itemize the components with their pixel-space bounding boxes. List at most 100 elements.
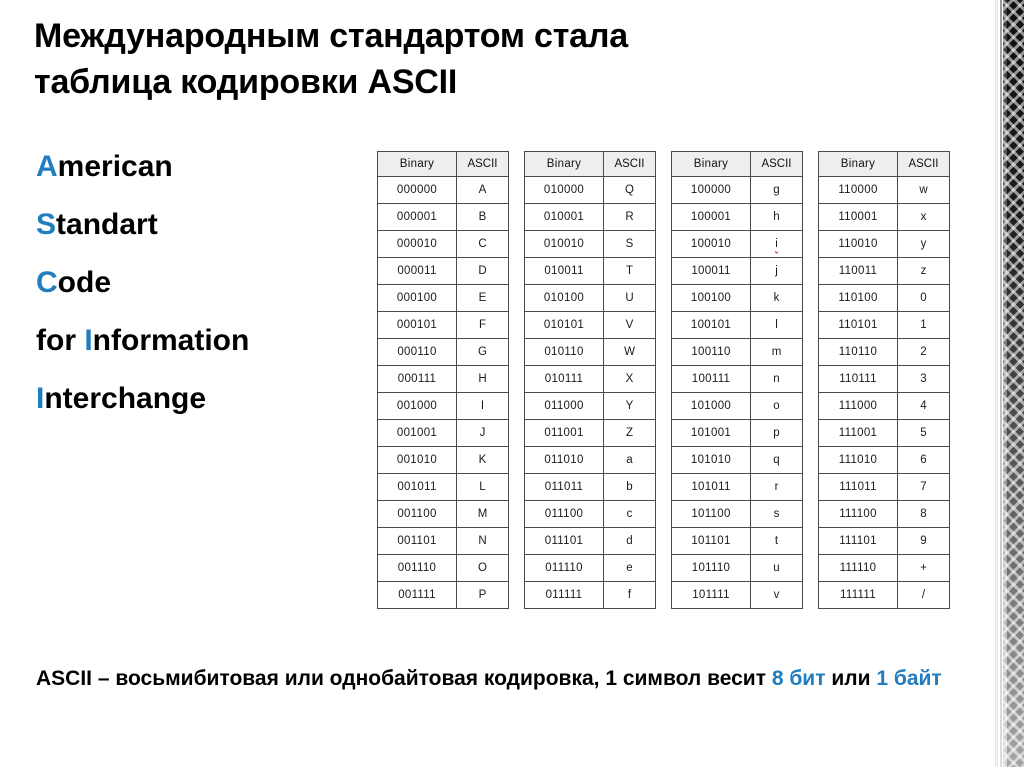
cell-ascii: w [897, 176, 950, 204]
table-row: 000000 A [377, 176, 509, 204]
cell-binary: 101011 [671, 473, 751, 501]
table-row: 110111 3 [818, 365, 950, 393]
column-header-binary: Binary [818, 151, 898, 177]
table-row: 010111 X [524, 365, 656, 393]
cell-binary: 000001 [377, 203, 457, 231]
cell-ascii: N [456, 527, 509, 555]
table-row: 001110 O [377, 554, 509, 582]
cell-ascii: 8 [897, 500, 950, 528]
cell-binary: 101111 [671, 581, 751, 609]
footer-text-part-2: или [825, 667, 877, 690]
edge-separator-line [995, 0, 998, 767]
cell-ascii: y [897, 230, 950, 258]
table-row: 110110 2 [818, 338, 950, 366]
cell-ascii: C [456, 230, 509, 258]
cell-binary: 111010 [818, 446, 898, 474]
table-row: 100001 h [671, 203, 803, 231]
cell-ascii: A [456, 176, 509, 204]
cell-ascii: x [897, 203, 950, 231]
cell-ascii: / [897, 581, 950, 609]
cell-ascii: F [456, 311, 509, 339]
acronym-line: Standart [36, 210, 366, 240]
table-row: 101000 o [671, 392, 803, 420]
cell-ascii: c [603, 500, 656, 528]
cell-ascii: Q [603, 176, 656, 204]
cell-ascii: t [750, 527, 803, 555]
cell-binary: 101000 [671, 392, 751, 420]
cell-binary: 011000 [524, 392, 604, 420]
cell-binary: 110001 [818, 203, 898, 231]
acronym-expansion: American Standart Code for Information Inter… [36, 152, 366, 414]
acronym-initial: I [84, 324, 93, 357]
cell-ascii: 6 [897, 446, 950, 474]
acronym-remainder: nterchange [44, 382, 207, 415]
column-header-ascii: ASCII [603, 151, 656, 177]
acronym-line: Code [36, 268, 366, 298]
cell-binary: 001100 [377, 500, 457, 528]
table-row: 000010 C [377, 230, 509, 258]
table-row: 001000 I [377, 392, 509, 420]
ascii-tables: Binary ASCII 000000 A 000001 B 000010 C 000011 D 0… [377, 151, 950, 609]
table-row: 011101 d [524, 527, 656, 555]
acronym-prefix: for [36, 324, 85, 357]
cell-binary: 000100 [377, 284, 457, 312]
cell-binary: 001001 [377, 419, 457, 447]
cell-binary: 001000 [377, 392, 457, 420]
cell-ascii: h [750, 203, 803, 231]
cell-binary: 110010 [818, 230, 898, 258]
cell-binary: 010110 [524, 338, 604, 366]
column-header-binary: Binary [377, 151, 457, 177]
cell-binary: 101001 [671, 419, 751, 447]
cell-ascii: G [456, 338, 509, 366]
table-row: 010001 R [524, 203, 656, 231]
cell-binary: 100110 [671, 338, 751, 366]
cell-binary: 011010 [524, 446, 604, 474]
cell-binary: 011100 [524, 500, 604, 528]
table-row: 001111 P [377, 581, 509, 609]
ascii-table: Binary ASCII 010000 Q 010001 R 010010 S 010011 T 0… [524, 151, 656, 609]
cell-ascii: P [456, 581, 509, 609]
table-row: 000001 B [377, 203, 509, 231]
cell-ascii: m [750, 338, 803, 366]
table-row: 100111 n [671, 365, 803, 393]
cell-binary: 101110 [671, 554, 751, 582]
cell-ascii: S [603, 230, 656, 258]
cell-ascii: 5 [897, 419, 950, 447]
cell-ascii: + [897, 554, 950, 582]
ascii-table: Binary ASCII 110000 w 110001 x 110010 y 110011 z 1… [818, 151, 950, 609]
table-row: 010011 T [524, 257, 656, 285]
acronym-remainder: tandart [56, 208, 158, 241]
acronym-line: for Information [36, 326, 366, 356]
table-row: 011010 a [524, 446, 656, 474]
table-row: 100011 j [671, 257, 803, 285]
cell-ascii: E [456, 284, 509, 312]
cell-ascii: r [750, 473, 803, 501]
table-row: 111111/ [818, 581, 950, 609]
cell-binary: 001110 [377, 554, 457, 582]
table-header-row: Binary ASCII [377, 151, 509, 177]
cell-ascii: g [750, 176, 803, 204]
cell-ascii: W [603, 338, 656, 366]
cell-binary: 110011 [818, 257, 898, 285]
cell-ascii: v [750, 581, 803, 609]
page-title: Международным стандартом стала таблица к… [34, 14, 674, 105]
edge-separator-line-secondary [1000, 0, 1002, 767]
cell-binary: 000011 [377, 257, 457, 285]
cell-ascii: R [603, 203, 656, 231]
cell-ascii: a [603, 446, 656, 474]
column-header-binary: Binary [671, 151, 751, 177]
cell-binary: 000110 [377, 338, 457, 366]
table-row: 101011 r [671, 473, 803, 501]
cell-binary: 001010 [377, 446, 457, 474]
acronym-remainder: merican [57, 150, 173, 183]
table-row: 100110 m [671, 338, 803, 366]
cell-ascii: K [456, 446, 509, 474]
footer-highlight-bits: 8 бит [771, 667, 826, 690]
cell-ascii: 0 [897, 284, 950, 312]
cell-binary: 010011 [524, 257, 604, 285]
table-row: 010100 U [524, 284, 656, 312]
edge-pattern-band [1003, 0, 1024, 767]
cell-ascii: Z [603, 419, 656, 447]
cell-binary: 000111 [377, 365, 457, 393]
cell-ascii: L [456, 473, 509, 501]
